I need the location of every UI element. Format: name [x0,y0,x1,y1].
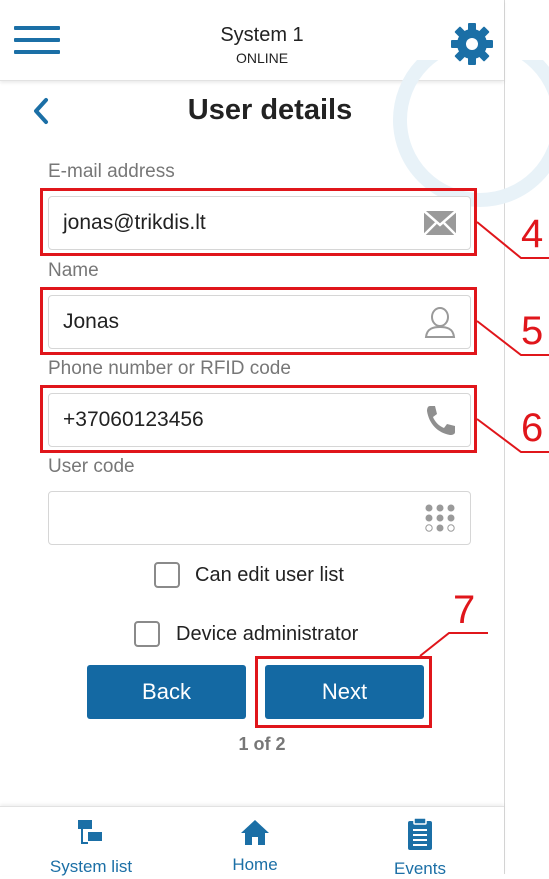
callout-4: 4 [521,212,544,256]
admin-checkbox[interactable] [134,621,160,647]
callout-6: 6 [521,406,544,450]
admin-label[interactable]: Device administrator [176,623,358,646]
user-code-label: User code [48,456,135,477]
menu-button[interactable] [14,22,60,62]
tab-system-list[interactable]: System list [36,817,146,877]
keypad-icon [425,504,455,532]
clipboard-icon [408,817,432,850]
chevron-left-icon[interactable] [28,96,54,126]
tab-home[interactable]: Home [205,817,305,875]
highlight-box-phone [40,385,477,453]
bottom-nav: System list Home Events [0,806,504,878]
user-code-field[interactable] [48,491,471,545]
highlight-box-name [40,287,477,355]
callout-7: 7 [453,588,476,632]
page-indicator: 1 of 2 [238,734,286,754]
system-list-icon [78,820,102,844]
tab-events-label: Events [394,859,446,878]
tab-events[interactable]: Events [370,817,470,879]
page-title: User details [187,94,353,126]
can-edit-label[interactable]: Can edit user list [195,564,344,587]
back-button[interactable]: Back [87,665,246,719]
home-icon [241,820,269,845]
callout-5: 5 [521,309,544,353]
tab-system-list-label: System list [49,857,133,876]
hamburger-menu-icon [14,26,60,30]
name-label: Name [48,260,99,281]
email-label: E-mail address [48,161,175,182]
can-edit-checkbox[interactable] [154,562,180,588]
system-name[interactable]: System 1 [160,24,364,47]
phone-label: Phone number or RFID code [48,358,291,379]
highlight-box-next [255,656,432,728]
highlight-box-email [40,188,477,256]
tab-home-label: Home [232,855,278,874]
